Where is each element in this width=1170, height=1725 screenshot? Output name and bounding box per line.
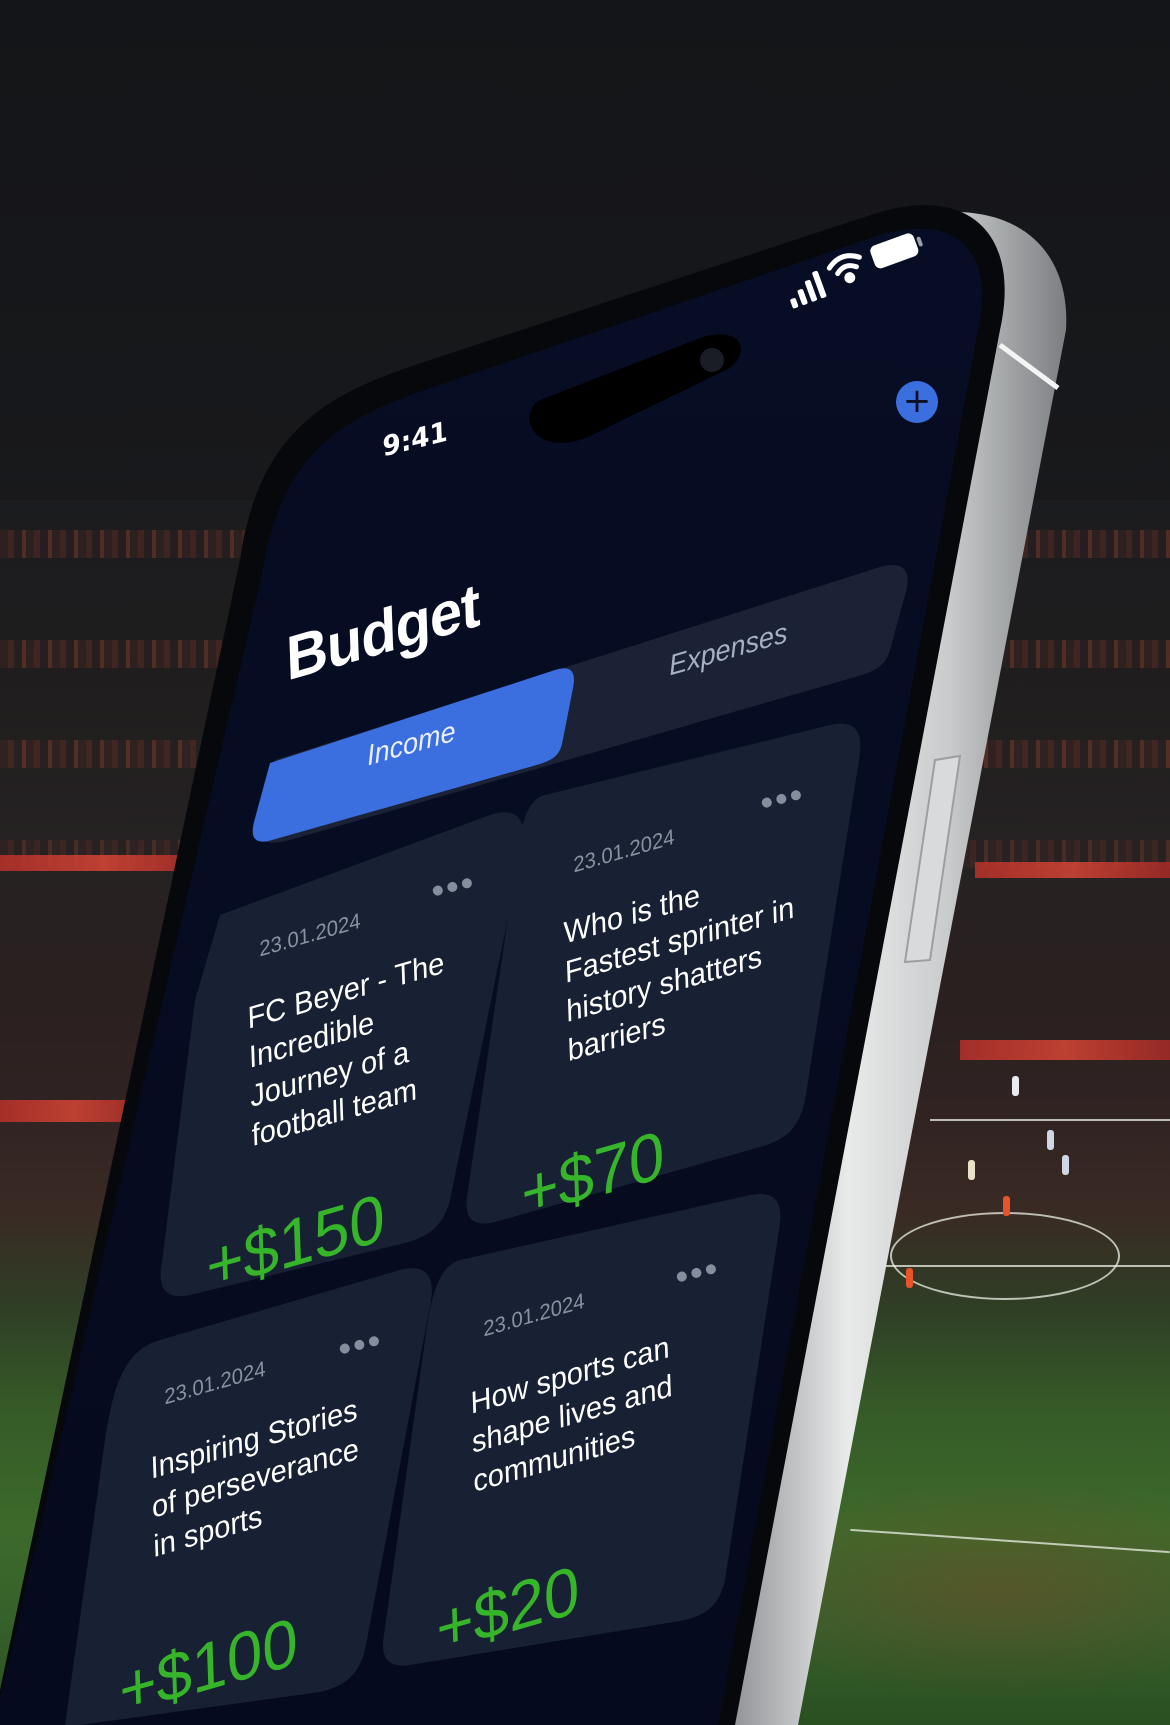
signal-icon [790,270,827,309]
wifi-icon [826,253,862,284]
add-button[interactable]: + [896,381,938,423]
battery-icon [870,233,923,269]
